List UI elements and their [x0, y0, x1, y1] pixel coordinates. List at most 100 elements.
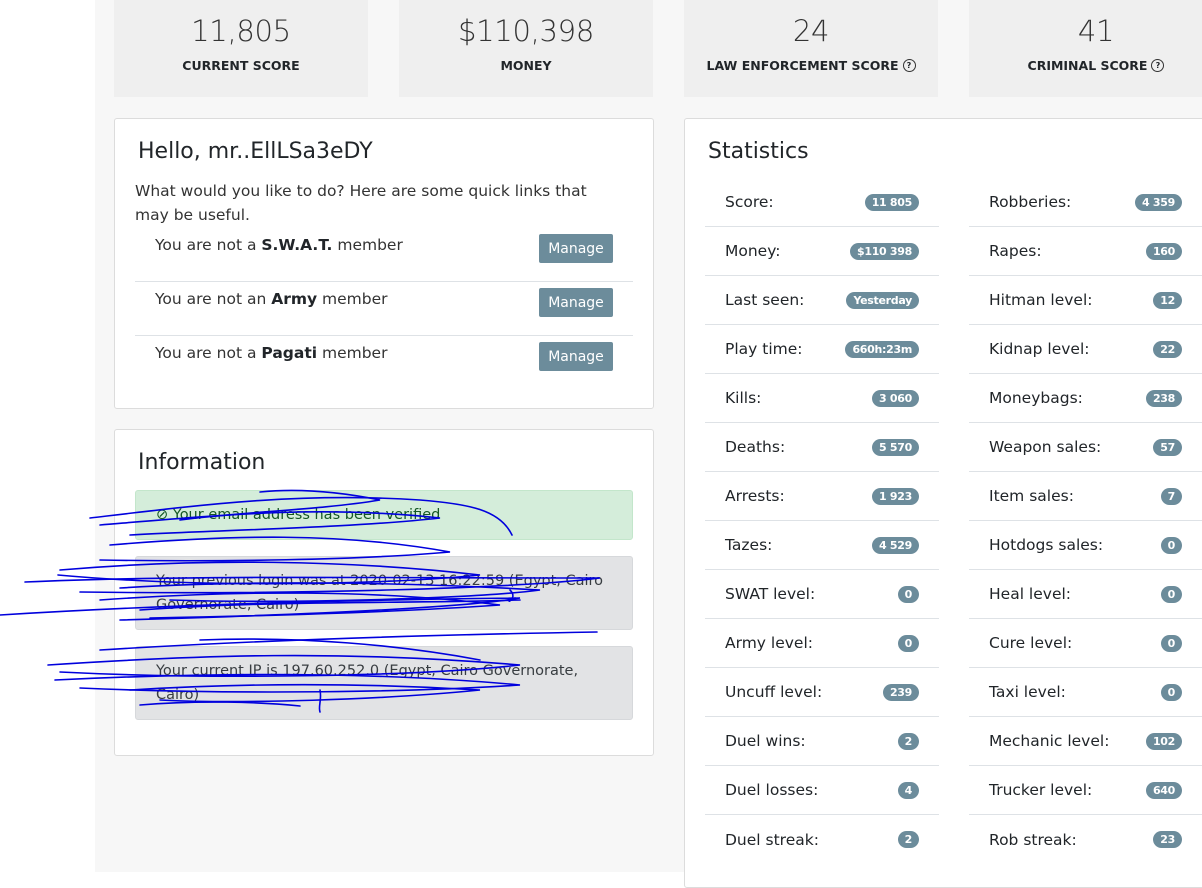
stat-value-badge: 2 [897, 732, 919, 750]
stat-value-badge: 22 [1153, 340, 1182, 358]
stat-name: Kills: [725, 389, 762, 407]
stat-name: Deaths: [725, 438, 786, 456]
stat-value-badge: 11 805 [864, 193, 919, 211]
stat-name: Last seen: [725, 291, 805, 309]
current-score-label: CURRENT SCORE [182, 58, 299, 73]
stat-value-badge: 640 [1145, 781, 1182, 799]
stat-row: Kidnap level: 22 [969, 325, 1202, 374]
money-value: $110,398 [458, 14, 594, 48]
stat-row: Trucker level: 640 [969, 766, 1202, 815]
stat-value-badge: 2 [897, 831, 919, 848]
stat-value-badge: 0 [1160, 683, 1182, 701]
membership-row-army: You are not an Army member Manage [135, 282, 633, 336]
money-label: MONEY [500, 58, 551, 73]
current-score-label-text: CURRENT SCORE [182, 58, 300, 73]
stat-row: Duel streak: 2 [705, 815, 939, 864]
stat-row: Robberies: 4 359 [969, 178, 1202, 227]
information-title: Information [138, 450, 266, 475]
stat-name: SWAT level: [725, 585, 816, 603]
membership-text: You are not a S.W.A.T. member [155, 236, 403, 254]
stat-name: Heal level: [989, 585, 1072, 603]
stat-row: Uncuff level: 239 [705, 668, 939, 717]
stat-value-badge: 5 570 [872, 438, 919, 456]
stat-name: Moneybags: [989, 389, 1083, 407]
stat-value-badge: 3 060 [872, 389, 919, 407]
stat-name: Duel streak: [725, 830, 819, 849]
manage-swat-button[interactable]: Manage [539, 234, 613, 263]
stat-name: Rapes: [989, 242, 1042, 260]
stat-value-badge: 1 923 [872, 487, 919, 505]
stat-row: Kills: 3 060 [705, 374, 939, 423]
stat-name: Hotdogs sales: [989, 536, 1104, 554]
stat-name: Arrests: [725, 487, 785, 505]
money-card: $110,398 MONEY [399, 0, 653, 97]
criminal-score-card: 41 CRIMINAL SCORE ? [969, 0, 1202, 97]
stat-row: Mechanic level: 102 [969, 717, 1202, 766]
stat-name: Trucker level: [989, 781, 1093, 799]
stat-value-badge: 23 [1153, 831, 1182, 848]
membership-row-swat: You are not a S.W.A.T. member Manage [135, 228, 633, 282]
criminal-score-label: CRIMINAL SCORE ? [1028, 58, 1165, 73]
stat-value-badge: 4 359 [1135, 193, 1182, 211]
membership-text: You are not an Army member [155, 290, 388, 308]
stat-value-badge: 0 [1160, 536, 1182, 554]
stat-name: Weapon sales: [989, 438, 1102, 456]
stat-value-badge: 0 [897, 634, 919, 652]
stat-row: Weapon sales: 57 [969, 423, 1202, 472]
law-enforcement-score-card: 24 LAW ENFORCEMENT SCORE ? [684, 0, 938, 97]
membership-row-pagati: You are not a Pagati member Manage [135, 336, 633, 390]
stat-name: Tazes: [725, 536, 773, 554]
stat-row: Hitman level: 12 [969, 276, 1202, 325]
stat-value-badge: 0 [1160, 585, 1182, 603]
help-icon[interactable]: ? [902, 59, 916, 72]
stat-row: Heal level: 0 [969, 570, 1202, 619]
manage-pagati-button[interactable]: Manage [539, 342, 613, 371]
law-enforcement-score-value: 24 [792, 14, 830, 48]
stat-row: Duel wins: 2 [705, 717, 939, 766]
stat-value-badge: 4 529 [872, 536, 919, 554]
money-label-text: MONEY [500, 58, 552, 73]
stat-name: Cure level: [989, 634, 1073, 652]
manage-army-button[interactable]: Manage [539, 288, 613, 317]
stat-value-badge: 0 [1160, 634, 1182, 652]
stat-row: Army level: 0 [705, 619, 939, 668]
stat-row: SWAT level: 0 [705, 570, 939, 619]
stat-name: Rob streak: [989, 830, 1077, 849]
criminal-score-label-text: CRIMINAL SCORE [1027, 58, 1148, 73]
information-panel: Information ⊘ Your email address has bee… [114, 429, 654, 756]
current-ip-alert: Your current IP is 197.60.252.0 (Egypt, … [135, 646, 633, 720]
stat-row: Arrests: 1 923 [705, 472, 939, 521]
stat-value-badge: 660h:23m [845, 340, 919, 358]
statistics-title: Statistics [708, 139, 809, 164]
stat-value-badge: 102 [1145, 732, 1182, 750]
stat-row: Moneybags: 238 [969, 374, 1202, 423]
stat-value-badge: 4 [897, 781, 919, 799]
stat-row: Score: 11 805 [705, 178, 939, 227]
email-verified-alert: ⊘ Your email address has been verified [135, 490, 633, 540]
stat-row: Play time: 660h:23m [705, 325, 939, 374]
stat-name: Kidnap level: [989, 340, 1090, 358]
stat-name: Robberies: [989, 193, 1072, 211]
law-enforcement-score-label-text: LAW ENFORCEMENT SCORE [706, 58, 899, 73]
stat-row: Last seen: Yesterday [705, 276, 939, 325]
law-enforcement-score-label: LAW ENFORCEMENT SCORE ? [706, 58, 916, 73]
previous-login-alert: Your previous login was at 2020-02-13 16… [135, 556, 633, 630]
stat-row: Money: $110 398 [705, 227, 939, 276]
stat-row: Item sales: 7 [969, 472, 1202, 521]
stat-row: Taxi level: 0 [969, 668, 1202, 717]
stat-value-badge: Yesterday [846, 291, 919, 309]
stat-value-badge: 160 [1145, 242, 1182, 260]
stat-name: Uncuff level: [725, 683, 823, 701]
help-icon[interactable]: ? [1151, 59, 1165, 72]
stat-name: Mechanic level: [989, 732, 1110, 750]
stat-row: Deaths: 5 570 [705, 423, 939, 472]
hello-title: Hello, mr..EllLSa3eDY [138, 139, 373, 164]
stat-name: Taxi level: [989, 683, 1066, 701]
stat-value-badge: $110 398 [849, 242, 919, 260]
stat-value-badge: 0 [897, 585, 919, 603]
stat-name: Duel wins: [725, 732, 806, 750]
stat-name: Duel losses: [725, 781, 819, 799]
stat-name: Army level: [725, 634, 813, 652]
stat-value-badge: 239 [882, 683, 919, 701]
stat-row: Rob streak: 23 [969, 815, 1202, 864]
